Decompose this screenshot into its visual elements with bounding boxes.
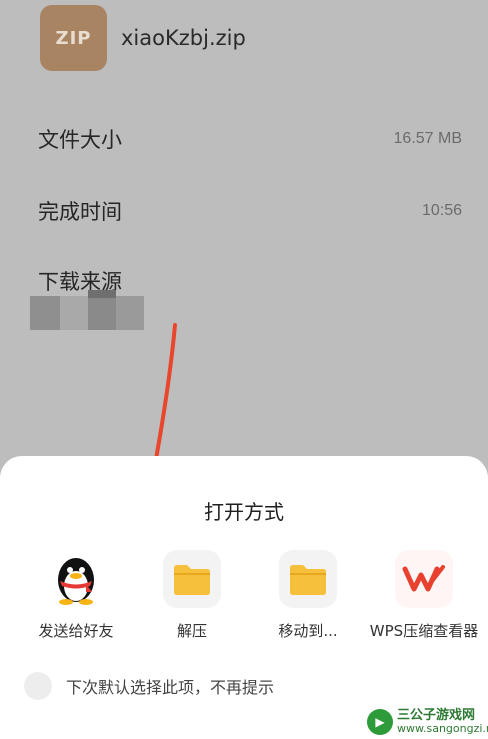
folder-icon: [279, 550, 337, 608]
site-watermark: ▶ 三公子游戏网 www.sangongzi.net: [367, 709, 488, 735]
remember-choice-row[interactable]: 下次默认选择此项，不再提示: [24, 672, 274, 700]
remember-checkbox[interactable]: [24, 672, 52, 700]
sheet-title: 打开方式: [204, 500, 284, 524]
folder-icon: [163, 550, 221, 608]
watermark-text: 三公子游戏网 www.sangongzi.net: [397, 709, 488, 735]
wps-icon: [395, 550, 453, 608]
app-label: WPS压缩查看器: [369, 622, 479, 640]
app-label: 发送给好友: [38, 622, 114, 640]
app-label: 移动到...: [278, 622, 338, 640]
app-label: 解压: [176, 622, 207, 640]
app-send-to-friend[interactable]: 发送给好友: [16, 550, 136, 642]
open-with-sheet: 打开方式 发送给好友 解压 移动到... WPS压缩查看器 下次默认选择此项，不…: [0, 456, 488, 739]
watermark-url: www.sangongzi.net: [397, 722, 488, 735]
app-move-to[interactable]: 移动到...: [248, 550, 368, 642]
remember-label: 下次默认选择此项，不再提示: [66, 678, 275, 697]
app-extract[interactable]: 解压: [132, 550, 252, 642]
qq-icon: [47, 550, 105, 608]
app-wps-viewer[interactable]: WPS压缩查看器: [364, 550, 484, 642]
watermark-logo-icon: ▶: [367, 709, 393, 735]
watermark-name: 三公子游戏网: [397, 708, 476, 723]
